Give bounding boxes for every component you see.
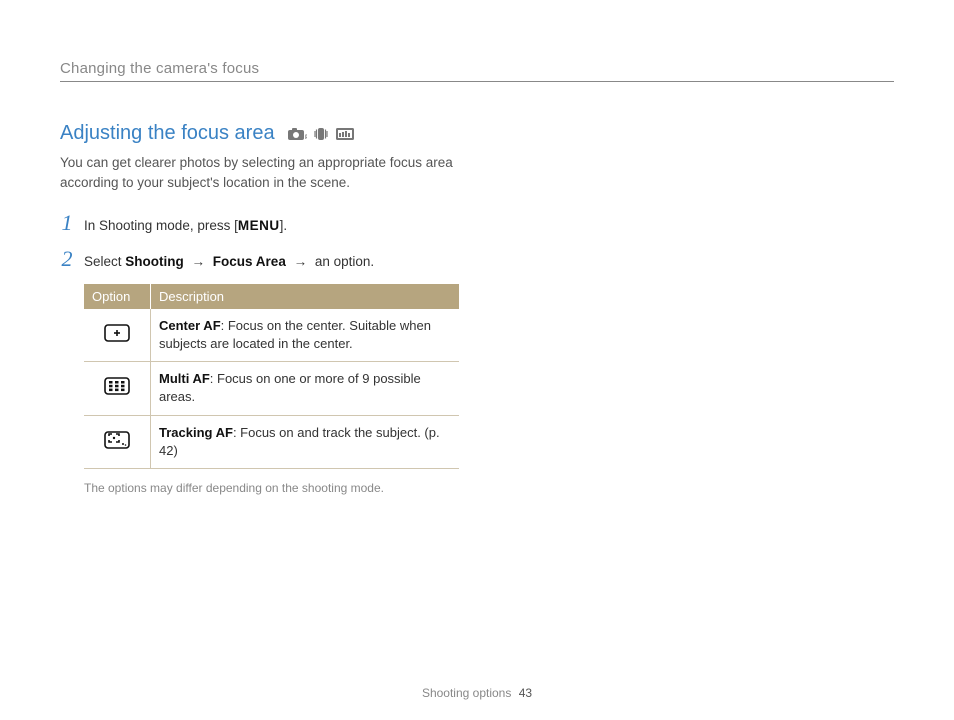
option-desc-cell: Center AF: Focus on the center. Suitable… xyxy=(151,309,460,362)
step-2-shooting: Shooting xyxy=(125,254,183,269)
section-title-row: Adjusting the focus area P xyxy=(60,122,480,145)
tracking-af-label: Tracking AF xyxy=(159,425,233,440)
option-desc-cell: Multi AF: Focus on one or more of 9 poss… xyxy=(151,362,460,415)
multi-af-label: Multi AF xyxy=(159,371,210,386)
th-option: Option xyxy=(84,284,151,309)
arrow-icon: → xyxy=(290,253,312,272)
multi-af-icon xyxy=(103,376,131,396)
table-row: Multi AF: Focus on one or more of 9 poss… xyxy=(84,362,459,415)
option-icon-cell xyxy=(84,362,151,415)
tracking-af-icon xyxy=(103,430,131,450)
step-1: 1 In Shooting mode, press [MENU]. xyxy=(60,212,480,236)
step-1-text: In Shooting mode, press [MENU]. xyxy=(84,217,287,236)
step-2-text: Select Shooting → Focus Area → an option… xyxy=(84,253,374,272)
mode-icons: P xyxy=(287,126,355,142)
option-icon-cell xyxy=(84,309,151,362)
scene-icon xyxy=(335,127,355,141)
dual-is-icon xyxy=(313,126,329,142)
table-row: Tracking AF: Focus on and track the subj… xyxy=(84,415,459,468)
center-af-label: Center AF xyxy=(159,318,221,333)
options-table: Option Description xyxy=(84,284,459,469)
th-description: Description xyxy=(151,284,460,309)
menu-key: MENU xyxy=(238,218,280,233)
page: Changing the camera's focus Adjusting th… xyxy=(0,0,954,720)
step-2-focus-area: Focus Area xyxy=(213,254,286,269)
footnote: The options may differ depending on the … xyxy=(84,481,480,495)
breadcrumb: Changing the camera's focus xyxy=(60,60,894,77)
page-number: 43 xyxy=(519,686,532,700)
footer: Shooting options 43 xyxy=(0,686,954,700)
step-1-post: ]. xyxy=(280,218,288,233)
content-column: Adjusting the focus area P xyxy=(60,122,480,495)
option-desc-cell: Tracking AF: Focus on and track the subj… xyxy=(151,415,460,468)
intro-text: You can get clearer photos by selecting … xyxy=(60,153,480,192)
arrow-icon: → xyxy=(188,253,210,272)
footer-section: Shooting options xyxy=(422,686,511,700)
breadcrumb-bar: Changing the camera's focus xyxy=(60,60,894,82)
option-icon-cell xyxy=(84,415,151,468)
table-header-row: Option Description xyxy=(84,284,459,309)
step-2-pre: Select xyxy=(84,254,125,269)
options-table-wrap: Option Description xyxy=(84,284,480,469)
camera-p-icon: P xyxy=(287,127,307,141)
step-2-post: an option. xyxy=(311,254,374,269)
section-title: Adjusting the focus area xyxy=(60,122,275,145)
step-2: 2 Select Shooting → Focus Area → an opti… xyxy=(60,248,480,272)
table-row: Center AF: Focus on the center. Suitable… xyxy=(84,309,459,362)
svg-text:P: P xyxy=(305,135,307,141)
step-1-number: 1 xyxy=(60,212,74,234)
center-af-icon xyxy=(103,323,131,343)
step-2-number: 2 xyxy=(60,248,74,270)
step-1-pre: In Shooting mode, press [ xyxy=(84,218,238,233)
